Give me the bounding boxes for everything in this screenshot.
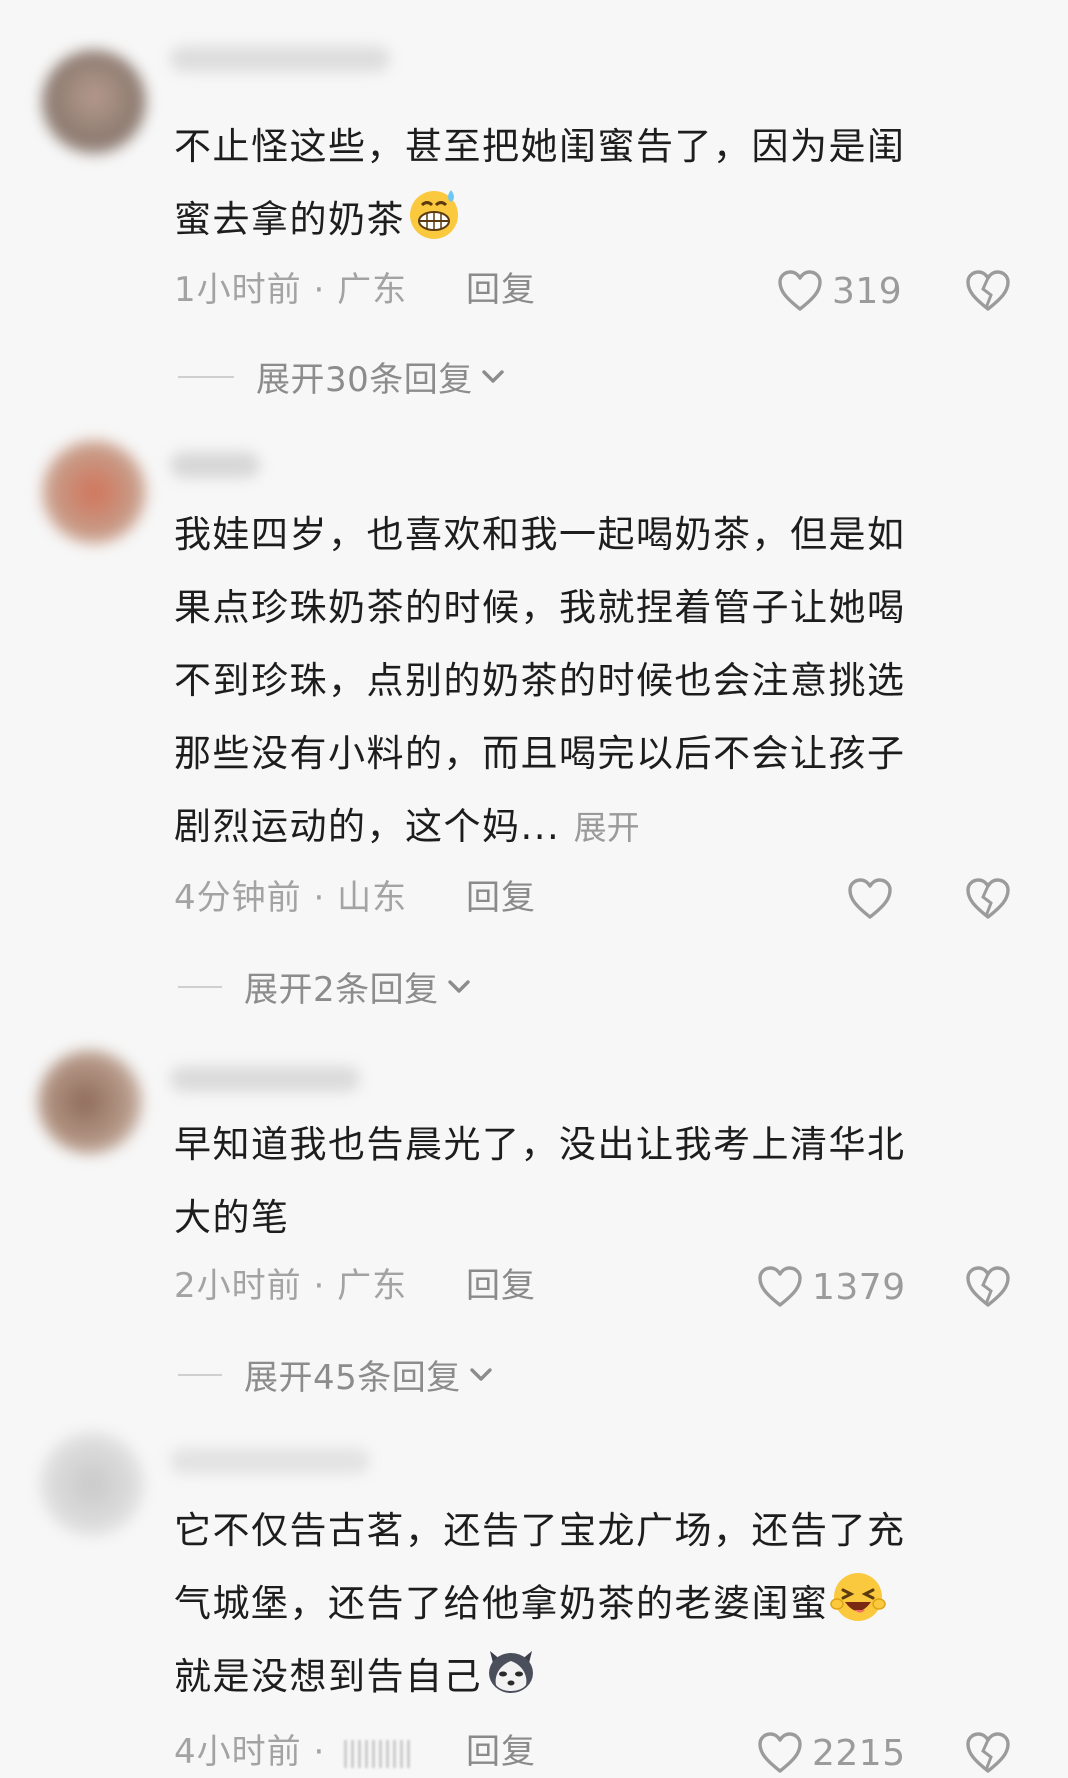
avatar[interactable] <box>42 440 146 544</box>
reply-button[interactable]: 回复 <box>466 268 536 312</box>
chevron-down-icon <box>470 1367 492 1381</box>
like-button[interactable]: 2215 <box>756 1728 906 1778</box>
username[interactable] <box>170 1066 360 1092</box>
heart-icon <box>758 1732 802 1773</box>
like-count: 319 <box>832 270 903 312</box>
expand-replies-button[interactable]: 展开2条回复 <box>178 962 473 1011</box>
heart-icon <box>778 270 822 311</box>
like-button[interactable] <box>846 874 894 924</box>
location: 山东 <box>337 878 408 918</box>
expand-replies-label: 展开45条回复 <box>244 1358 461 1398</box>
username[interactable] <box>170 1448 370 1474</box>
grimacing-sweat-emoji <box>410 190 458 239</box>
reply-button[interactable]: 回复 <box>466 876 536 920</box>
meta-separator: · <box>313 1266 326 1306</box>
laughing-wink-emoji <box>829 1573 886 1621</box>
location: 广东 <box>337 1266 408 1306</box>
heart-icon <box>848 878 892 919</box>
dislike-broken-heart-icon[interactable] <box>964 266 1012 316</box>
like-button[interactable]: 319 <box>776 266 902 316</box>
comment-text: 早知道我也告晨光了，没出让我考上清华北 大的笔 <box>174 1123 906 1239</box>
dislike-broken-heart-icon[interactable] <box>964 1262 1012 1312</box>
comment-text: 不止怪这些，甚至把她闺蜜告了，因为是闺 蜜去拿的奶茶 <box>174 125 906 241</box>
meta-separator: · <box>313 1732 326 1772</box>
comment-text: 它不仅告古茗，还告了宝龙广场，还告了充 气城堡，还告了给他拿奶茶的老婆闺蜜 就是… <box>174 1509 906 1698</box>
dislike-broken-heart-icon[interactable] <box>964 874 1012 924</box>
reply-button[interactable]: 回复 <box>466 1264 536 1308</box>
timestamp: 2小时前 <box>174 1266 302 1306</box>
like-button[interactable]: 1379 <box>756 1262 906 1312</box>
divider-dash <box>178 1373 222 1376</box>
comment-meta: 2小时前 · 广东 回复 <box>174 1264 535 1308</box>
expand-replies-label: 展开2条回复 <box>244 970 439 1010</box>
expand-replies-button[interactable]: 展开30条回复 <box>178 352 507 401</box>
avatar[interactable] <box>40 1432 144 1536</box>
avatar[interactable] <box>42 50 146 154</box>
avatar[interactable] <box>38 1050 142 1154</box>
divider-dash <box>178 985 222 988</box>
meta-separator: · <box>313 270 326 310</box>
comment-meta: 4分钟前 · 山东 回复 <box>174 876 535 920</box>
husky-dog-emoji <box>489 1651 533 1693</box>
chevron-down-icon <box>447 979 470 993</box>
comment-text: 我娃四岁，也喜欢和我一起喝奶茶，但是如 果点珍珠奶茶的时候，我就捏着管子让她喝 … <box>174 513 906 848</box>
reply-button[interactable]: 回复 <box>466 1730 536 1774</box>
chevron-down-icon <box>482 369 504 383</box>
location-redacted <box>344 1740 414 1768</box>
meta-separator: · <box>313 878 326 918</box>
comment-meta: 1小时前 · 广东 回复 <box>174 268 535 312</box>
expand-replies-button[interactable]: 展开45条回复 <box>178 1350 495 1399</box>
location: 广东 <box>337 270 408 310</box>
timestamp: 1小时前 <box>174 270 302 310</box>
like-count: 1379 <box>812 1266 906 1308</box>
timestamp: 4分钟前 <box>174 878 302 918</box>
timestamp: 4小时前 <box>174 1732 302 1772</box>
expand-replies-label: 展开30条回复 <box>256 360 473 400</box>
like-count: 2215 <box>812 1732 906 1774</box>
comment-meta: 4小时前 · 回复 <box>174 1730 535 1774</box>
expand-text-link[interactable]: 展开 <box>574 808 640 847</box>
username[interactable] <box>170 452 260 478</box>
username[interactable] <box>170 46 390 72</box>
dislike-broken-heart-icon[interactable] <box>964 1728 1012 1778</box>
divider-dash <box>178 375 234 378</box>
heart-icon <box>758 1266 802 1307</box>
